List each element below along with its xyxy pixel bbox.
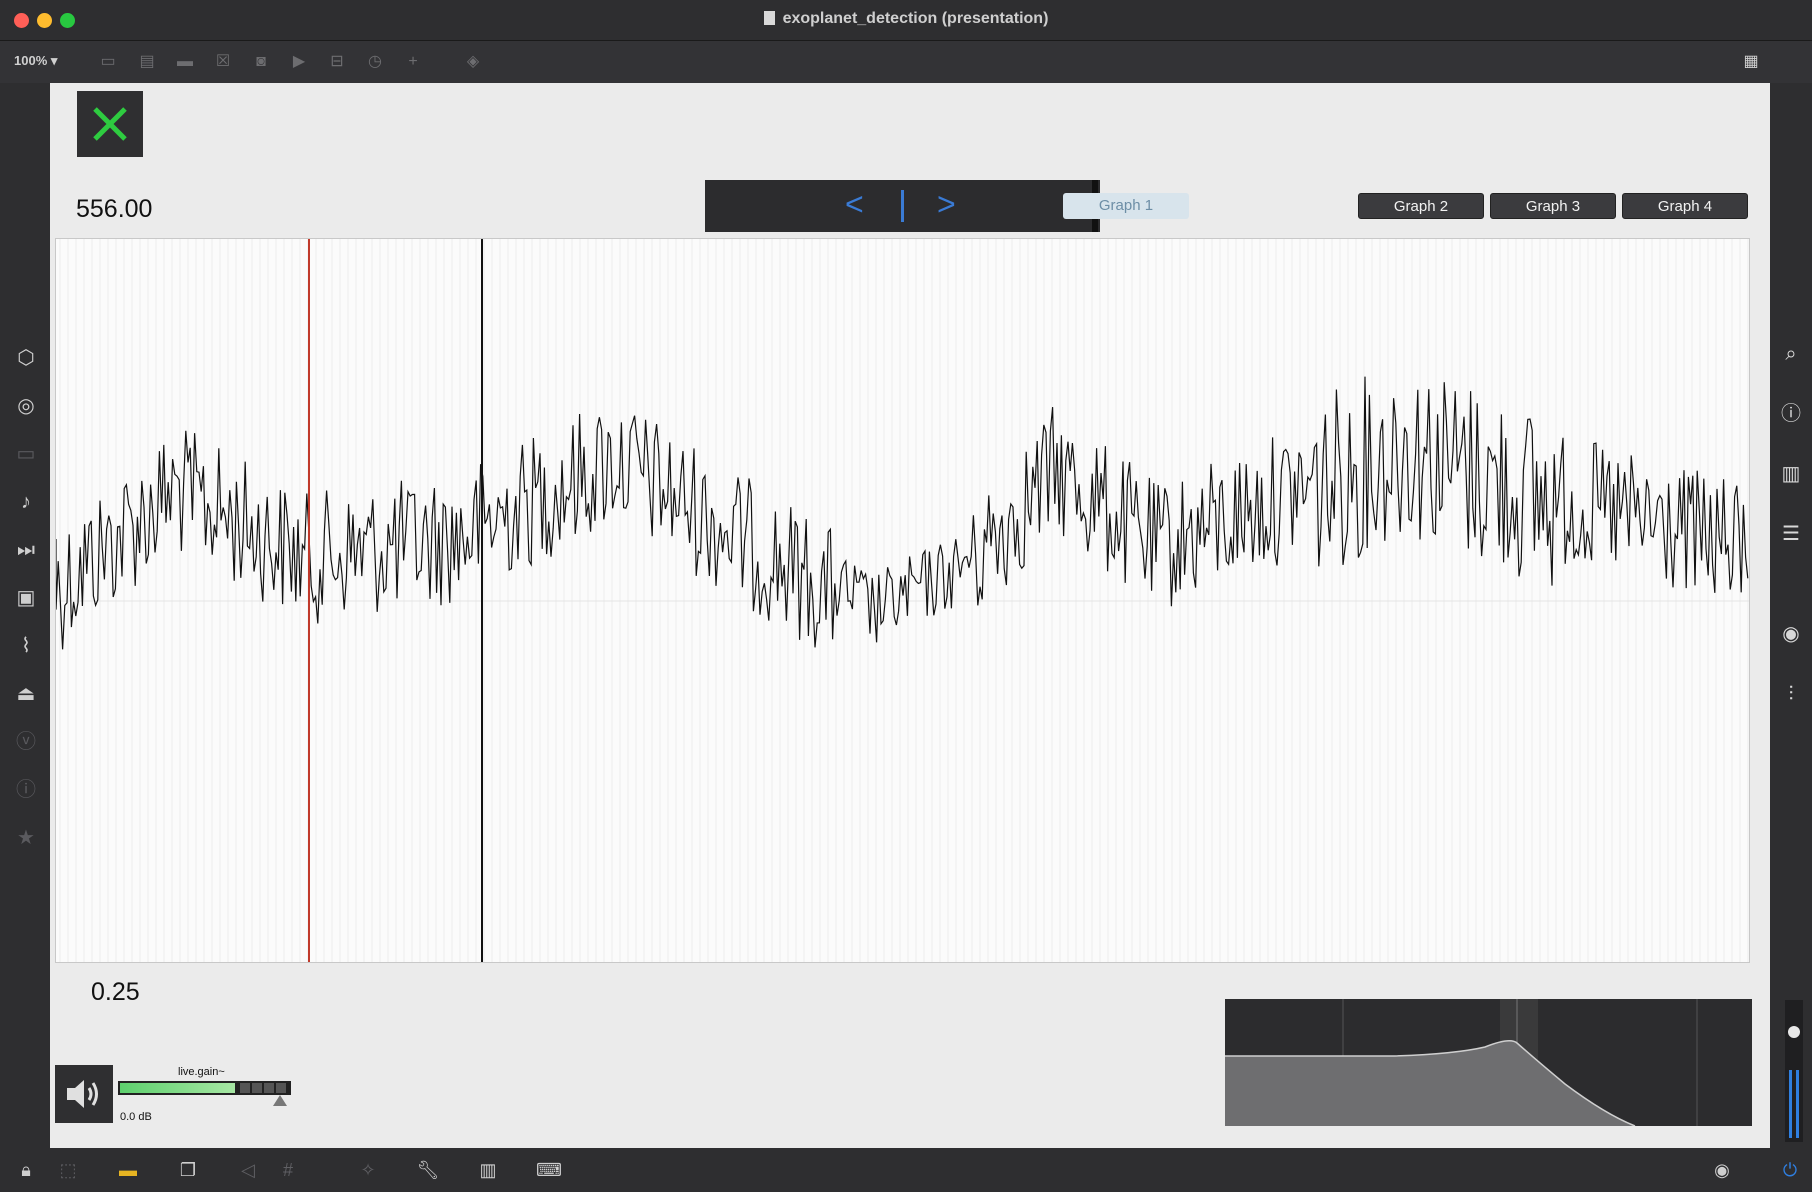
columns-icon[interactable]: ▥ [1778, 461, 1804, 487]
top-number-display: 556.00 [76, 195, 153, 223]
x-icon [93, 107, 127, 141]
keyboard-icon[interactable]: ⌨ [536, 1158, 562, 1182]
search-icon[interactable]: ⌕ [1778, 341, 1804, 367]
close-toggle-button[interactable] [77, 91, 143, 157]
toolbar: 100% ▾ ▭ ▤ ▬ ☒ ◙ ▶ ⊟ ◷ + ◈ ▦ [0, 41, 1812, 83]
gain-segment [252, 1083, 262, 1093]
info-circle-icon[interactable]: ⓘ [13, 777, 39, 803]
power-icon[interactable]: ⏻ [1778, 1158, 1802, 1182]
message-icon[interactable]: ▤ [136, 51, 158, 73]
waveform-plot[interactable] [55, 238, 1750, 963]
select-icon[interactable]: ⬚ [56, 1158, 80, 1182]
prev-button[interactable]: < [845, 186, 864, 223]
wrench-icon[interactable]: 🔧︎ [416, 1158, 440, 1182]
play-box-icon[interactable]: ▶ [288, 51, 310, 73]
tab-graph-2[interactable]: Graph 2 [1358, 193, 1484, 219]
mute-button[interactable] [55, 1065, 113, 1123]
toggle-icon[interactable]: ☒ [212, 51, 234, 73]
right-sidebar: ⌕ ⓘ ▥ ☰ ◉ ⫶ [1770, 83, 1812, 1148]
grid-icon[interactable]: ▦ [1740, 51, 1762, 73]
output-meter-svg [1788, 1026, 1800, 1138]
title-bar: exoplanet_detection (presentation) [0, 0, 1812, 41]
split-icon[interactable]: ⊟ [326, 51, 348, 73]
window-title-text: exoplanet_detection (presentation) [782, 10, 1049, 27]
note-icon[interactable]: ♪ [13, 489, 39, 515]
comment-icon[interactable]: ▬ [174, 51, 196, 73]
paint-bucket-icon[interactable]: ◈ [462, 51, 484, 73]
output-level-meter[interactable] [1785, 1000, 1803, 1142]
bottom-number-display: 0.25 [91, 978, 140, 1006]
gain-db-value: 0.0 dB [120, 1111, 152, 1123]
plus-icon[interactable]: + [402, 51, 424, 73]
star-icon[interactable]: ★ [13, 825, 39, 851]
presentation-icon[interactable]: ▬ [116, 1158, 140, 1182]
film-icon[interactable]: ▭ [13, 441, 39, 467]
bottom-toolbar: 🔒︎ ⬚ ▬ ❐ ◁ # ✧ 🔧︎ ▥ ⌨ ◉ ⏻ [0, 1148, 1812, 1192]
zoom-menu[interactable]: 100% ▾ [14, 53, 57, 69]
gain-label: live.gain~ [178, 1066, 225, 1078]
waveform-svg [55, 239, 1749, 962]
filter-graph[interactable] [1225, 999, 1752, 1127]
gain-segment [264, 1083, 274, 1093]
v-icon[interactable]: ⓥ [13, 729, 39, 755]
next-button[interactable]: > [937, 186, 956, 223]
window-icon[interactable]: ▭ [97, 51, 119, 73]
speaker-icon [67, 1080, 98, 1108]
step-icon[interactable]: ⏭ [13, 537, 39, 563]
play-icon[interactable]: ◉ [1710, 1158, 1734, 1182]
target-icon[interactable]: ◎ [13, 393, 39, 419]
gain-segment [276, 1083, 286, 1093]
left-sidebar: ⬡ ◎ ▭ ♪ ⏭ ▣ ⌇ ⏏ ⓥ ⓘ ★ [0, 83, 50, 1148]
camera-icon[interactable]: ◉ [1778, 621, 1804, 647]
piano-icon[interactable]: ▥ [476, 1158, 500, 1182]
gain-level-fill [120, 1083, 235, 1093]
list-icon[interactable]: ☰ [1778, 521, 1804, 547]
gain-slider[interactable] [118, 1081, 291, 1095]
image-icon[interactable]: ▣ [13, 585, 39, 611]
tab-graph-1[interactable]: Graph 1 [1063, 193, 1189, 219]
zoom-label: 100% [14, 53, 48, 68]
cube-icon[interactable]: ⬡ [13, 345, 39, 371]
tab-graph-4[interactable]: Graph 4 [1622, 193, 1748, 219]
window-title: exoplanet_detection (presentation) [0, 10, 1812, 28]
lock-icon[interactable]: 🔒︎ [14, 1158, 38, 1182]
button-icon[interactable]: ◙ [250, 51, 272, 73]
dial-icon[interactable]: ◷ [364, 51, 386, 73]
navigation-bar: < > [705, 180, 1100, 232]
wand-icon[interactable]: ✧ [356, 1158, 380, 1182]
grid-snap-icon[interactable]: # [276, 1158, 300, 1182]
presentation-canvas: 556.00 < > Graph 1 Graph 2 Graph 3 Graph… [50, 83, 1770, 1148]
gain-thumb[interactable] [273, 1095, 287, 1106]
mute-toggle-icon[interactable]: ◁ [236, 1158, 260, 1182]
plug-icon[interactable]: ⏏ [13, 681, 39, 707]
nav-divider [901, 190, 904, 222]
filter-curve-svg [1225, 999, 1698, 1127]
clip-icon[interactable]: ⌇ [13, 633, 39, 659]
tab-graph-3[interactable]: Graph 3 [1490, 193, 1616, 219]
sliders-icon[interactable]: ⫶ [1778, 681, 1804, 707]
document-icon [763, 11, 775, 25]
gain-segment [240, 1083, 250, 1093]
info-icon[interactable]: ⓘ [1778, 401, 1804, 427]
windows-icon[interactable]: ❐ [176, 1158, 200, 1182]
